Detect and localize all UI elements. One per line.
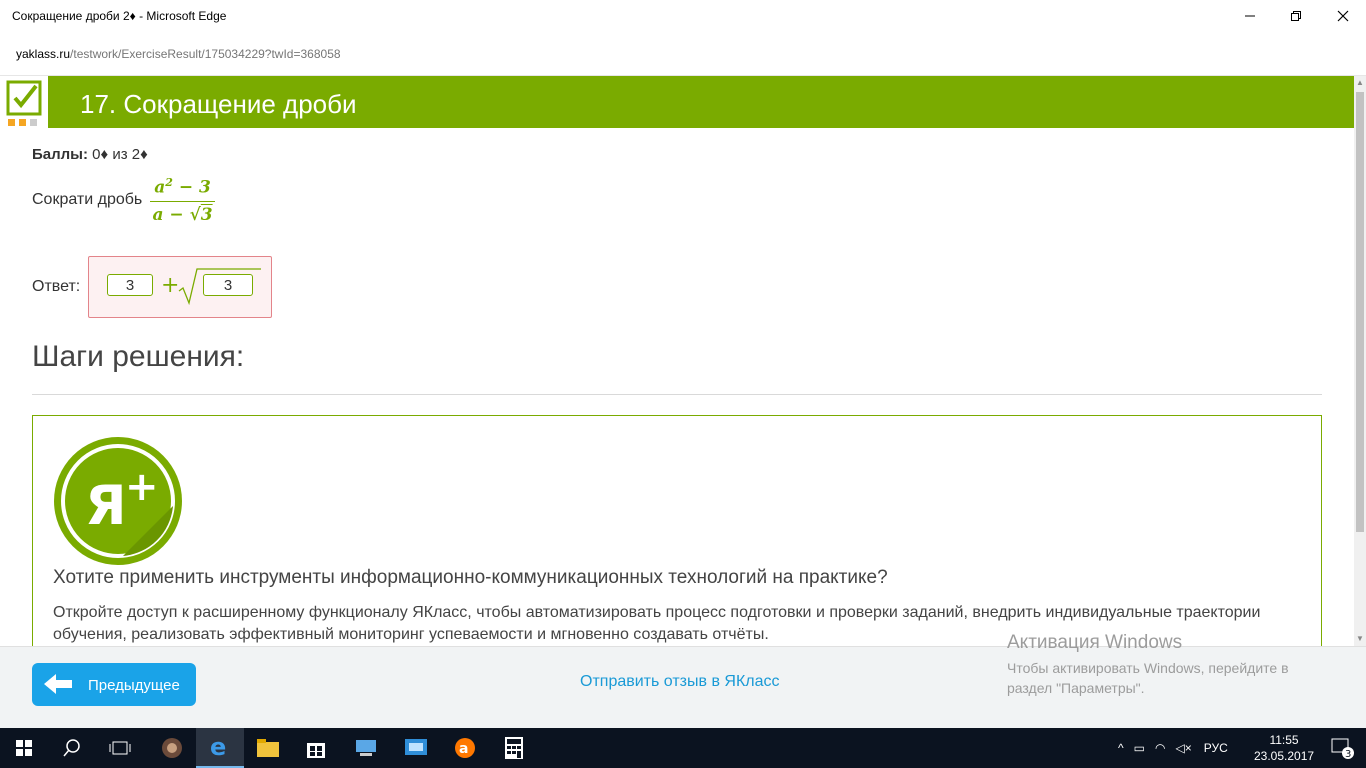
minimize-button[interactable] — [1227, 0, 1273, 32]
activation-text: Чтобы активировать Windows, перейдите в … — [1007, 660, 1289, 696]
fraction-denominator: a − √3 — [150, 200, 215, 225]
system-tray: ^ ▭ ◠ ◁× РУС — [1118, 728, 1228, 768]
feedback-link[interactable]: Отправить отзыв в ЯКласс — [580, 673, 780, 691]
calculator-icon[interactable] — [490, 728, 538, 768]
svg-text:e: e — [210, 735, 226, 759]
window-title: Сокращение дроби 2♦ - Microsoft Edge — [12, 9, 227, 23]
scrollbar-thumb[interactable] — [1356, 92, 1364, 532]
chevron-up-icon[interactable]: ^ — [1118, 741, 1124, 755]
svg-text:+: + — [125, 464, 159, 510]
activation-title: Активация Windows — [1007, 632, 1183, 653]
wifi-icon[interactable]: ◠ — [1155, 741, 1165, 755]
task-header: 17. Сокращение дроби — [48, 76, 1354, 128]
steps-title: Шаги решения: — [32, 340, 245, 373]
answer-label: Ответ: — [32, 278, 81, 295]
media-app-icon[interactable] — [148, 728, 196, 768]
task-text: Сократи дробь — [32, 191, 143, 209]
close-button[interactable] — [1320, 0, 1366, 32]
answer-input-1[interactable]: 3 — [107, 274, 153, 296]
score: Баллы: 0♦ из 2♦ — [32, 146, 148, 163]
page-title: 17. Сокращение дроби — [80, 89, 357, 119]
svg-text:a: a — [459, 741, 468, 757]
fraction-numerator: a2 − 3 — [154, 176, 211, 198]
address-bar[interactable]: yaklass.ru/testwork/ExerciseResult/17503… — [0, 32, 1366, 76]
start-icon[interactable] — [0, 728, 48, 768]
url-text[interactable]: yaklass.ru/testwork/ExerciseResult/17503… — [16, 47, 341, 61]
fraction: a2 − 3 a − √3 — [150, 176, 215, 225]
answer-input-2[interactable]: 3 — [203, 274, 253, 296]
clock-time: 11:55 — [1269, 733, 1299, 747]
volume-muted-icon[interactable]: ◁× — [1175, 741, 1191, 755]
yaklass-plus-badge-icon: Я + — [54, 437, 182, 565]
page-scrollbar[interactable]: ▲ ▼ — [1354, 76, 1366, 646]
computer-app-icon[interactable] — [342, 728, 390, 768]
clock[interactable]: 11:55 23.05.2017 — [1254, 732, 1314, 764]
svg-text:Я: Я — [85, 474, 127, 537]
task-statement: Сократи дробь a2 − 3 a − √3 — [32, 176, 215, 225]
divider — [32, 394, 1322, 395]
previous-button[interactable]: Предыдущее — [32, 663, 196, 706]
score-label: Баллы: — [32, 146, 88, 163]
store-icon[interactable] — [292, 728, 340, 768]
scroll-up-icon[interactable]: ▲ — [1356, 78, 1364, 87]
remote-app-icon[interactable] — [392, 728, 440, 768]
window-titlebar: Сокращение дроби 2♦ - Microsoft Edge — [0, 0, 1366, 32]
clock-date: 23.05.2017 — [1254, 749, 1315, 763]
search-icon[interactable] — [48, 728, 96, 768]
url-path: /testwork/ExerciseResult/175034229?twId=… — [70, 47, 341, 61]
arrow-left-icon — [44, 674, 72, 694]
windows-activation-watermark: Активация Windows Чтобы активировать Win… — [1007, 632, 1327, 698]
language-indicator[interactable]: РУС — [1204, 741, 1228, 755]
yaklass-logo-icon[interactable] — [6, 80, 44, 126]
answer-box: 3 + 3 — [88, 256, 272, 318]
file-explorer-icon[interactable] — [244, 728, 292, 768]
scroll-down-icon[interactable]: ▼ — [1356, 634, 1364, 643]
svg-text:3: 3 — [1345, 749, 1351, 759]
promo-heading: Хотите применить инструменты информацион… — [53, 567, 888, 588]
score-value: 0♦ из 2♦ — [92, 146, 148, 163]
restore-button[interactable] — [1273, 0, 1319, 32]
edge-icon[interactable]: e — [196, 728, 244, 768]
previous-button-label: Предыдущее — [88, 677, 180, 694]
avast-icon[interactable]: a — [441, 728, 489, 768]
taskbar: e a ^ ▭ ◠ ◁× РУС 11:55 23.05.2017 3 — [0, 728, 1366, 768]
task-view-icon[interactable] — [96, 728, 144, 768]
promo-box: Я + Хотите применить инструменты информа… — [32, 415, 1322, 646]
action-center-icon[interactable]: 3 — [1318, 728, 1366, 768]
battery-icon[interactable]: ▭ — [1134, 741, 1145, 755]
url-host: yaklass.ru — [16, 47, 71, 61]
page-viewport: 17. Сокращение дроби Баллы: 0♦ из 2♦ Сок… — [0, 76, 1354, 646]
